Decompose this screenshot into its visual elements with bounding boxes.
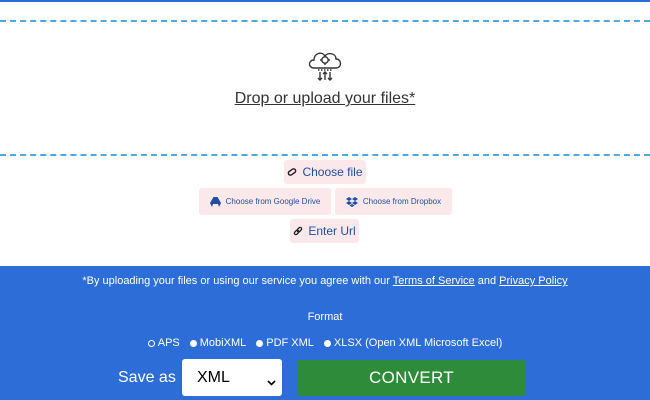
- save-as-label: Save as: [118, 369, 176, 386]
- enter-url-button[interactable]: Enter Url: [290, 219, 359, 243]
- choose-file-label: Choose file: [302, 165, 363, 179]
- format-option-aps[interactable]: APS: [147, 337, 180, 349]
- output-format-select[interactable]: XML: [182, 359, 282, 396]
- format-option-xlsx[interactable]: XLSX (Open XML Microsoft Excel): [323, 337, 502, 349]
- chevron-down-icon: [267, 373, 276, 391]
- drop-upload-link[interactable]: Drop or upload your files*: [0, 90, 650, 108]
- conversion-panel: *By uploading your files or using our se…: [0, 266, 650, 400]
- output-format-value: XML: [197, 368, 230, 386]
- radio-unchecked-icon: [147, 339, 155, 347]
- dropbox-button[interactable]: Choose from Dropbox: [335, 188, 452, 215]
- enter-url-label: Enter Url: [308, 224, 356, 238]
- google-drive-icon: [209, 196, 221, 207]
- paperclip-icon: [287, 167, 297, 177]
- google-drive-label: Choose from Google Drive: [225, 197, 321, 206]
- radio-icon: [256, 339, 264, 347]
- format-label: Format: [307, 311, 343, 323]
- format-options: APS MobiXML PDF XML XLSX (Open XML Micro…: [0, 337, 650, 349]
- privacy-policy-link[interactable]: Privacy Policy: [499, 275, 567, 287]
- dropbox-icon: [345, 196, 358, 207]
- format-option-mobixml[interactable]: MobiXML: [189, 337, 246, 349]
- terms-of-service-link[interactable]: Terms of Service: [393, 275, 475, 287]
- radio-icon: [189, 339, 197, 347]
- radio-icon: [323, 339, 331, 347]
- choose-file-button[interactable]: Choose file: [284, 160, 366, 184]
- convert-button[interactable]: CONVERT: [298, 360, 525, 396]
- dropbox-label: Choose from Dropbox: [362, 197, 442, 206]
- agreement-text: *By uploading your files or using our se…: [82, 275, 568, 287]
- drop-zone[interactable]: Drop or upload your files*: [0, 20, 650, 156]
- format-option-pdf-xml[interactable]: PDF XML: [256, 337, 314, 349]
- google-drive-button[interactable]: Choose from Google Drive: [199, 188, 331, 215]
- top-border: [0, 0, 650, 2]
- cloud-gear-icon: [305, 46, 345, 82]
- link-icon: [293, 226, 303, 236]
